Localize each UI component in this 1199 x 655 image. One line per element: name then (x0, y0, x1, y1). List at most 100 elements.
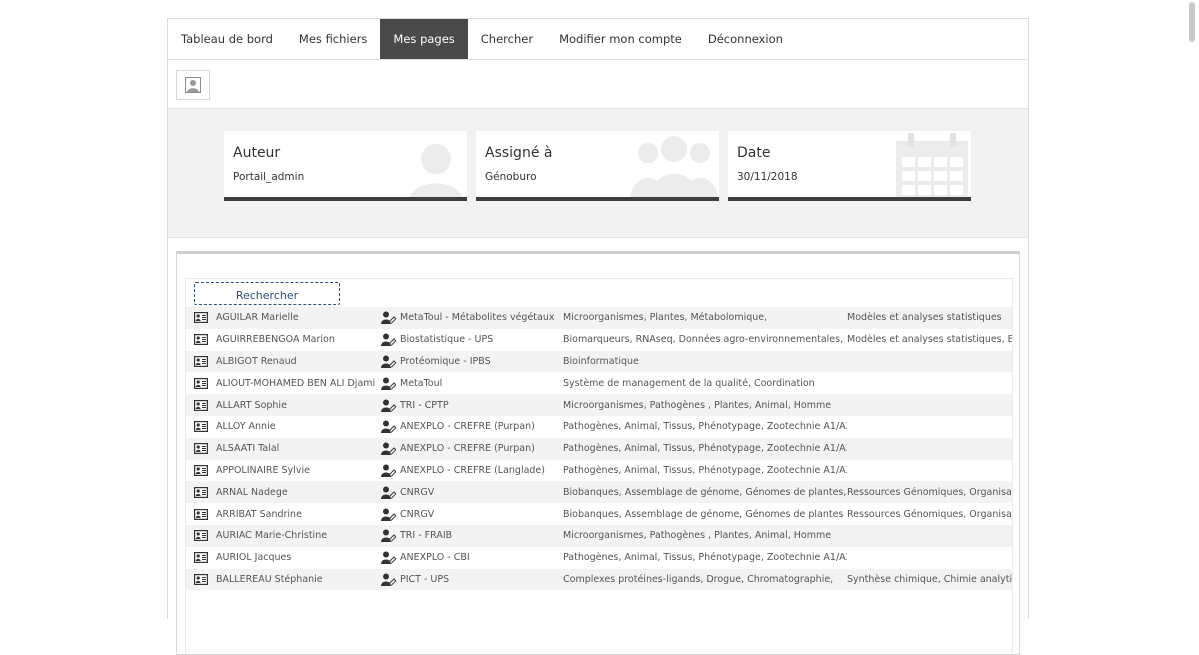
person-name[interactable]: ARRIBAT Sandrine (216, 509, 376, 520)
table-row: ALSAATI Talal ANEXPLO - CREFRE (Purpan) … (186, 437, 1012, 460)
contact-card-icon[interactable] (194, 508, 208, 520)
search-button[interactable]: Rechercher (194, 282, 340, 305)
avatar[interactable] (176, 70, 210, 100)
competences-cell: Ressources Génomiques, Organisatio (847, 508, 1012, 520)
contact-card-icon[interactable] (194, 377, 208, 389)
table-row: ALBIGOT Renaud Protéomique - IPBS Bioinf… (186, 350, 1012, 373)
user-edit-icon[interactable] (380, 486, 396, 499)
contact-card-cell (186, 312, 216, 324)
table-row: ARRIBAT Sandrine CNRGV Biobanques, Assem… (186, 503, 1012, 525)
domains-cell: Pathogènes, Animal, Tissus, Phénotypage,… (563, 421, 847, 433)
platform-cell: ANEXPLO - CREFRE (Purpan) (400, 443, 535, 455)
person-name[interactable]: ALSAATI Talal (216, 443, 376, 454)
tab-chercher[interactable]: Chercher (468, 19, 546, 59)
platform-cell: Protéomique - IPBS (400, 355, 491, 367)
platform-cell: CNRGV (400, 486, 435, 498)
user-edit-cell (376, 573, 400, 586)
user-edit-icon[interactable] (380, 399, 396, 412)
calendar-icon (896, 133, 968, 197)
table-row: AGUILAR Marielle MetaToul - Métabolites … (186, 307, 1012, 329)
user-edit-icon[interactable] (380, 333, 396, 347)
directory-table-panel: Rechercher AGUILAR Marielle MetaToul - M… (176, 251, 1020, 655)
contact-card-icon[interactable] (194, 552, 208, 564)
user-edit-cell (376, 311, 400, 325)
contact-card-icon[interactable] (194, 421, 208, 433)
contact-card-icon[interactable] (194, 464, 208, 476)
user-edit-icon[interactable] (380, 377, 396, 390)
user-edit-icon[interactable] (380, 573, 396, 586)
user-edit-cell (376, 486, 400, 499)
platform-cell: ANEXPLO - CBI (400, 552, 470, 564)
contact-card-icon[interactable] (194, 355, 208, 367)
person-name[interactable]: ALBIGOT Renaud (216, 356, 376, 367)
date-value: 30/11/2018 (737, 171, 798, 183)
tab-tableau-de-bord[interactable]: Tableau de bord (168, 19, 286, 59)
platform-cell: Biostatistique - UPS (400, 334, 494, 346)
contact-card-icon[interactable] (194, 334, 208, 346)
contact-card-icon[interactable] (194, 573, 208, 585)
tab-deconnexion[interactable]: Déconnexion (695, 19, 796, 59)
user-edit-cell (376, 551, 400, 565)
person-icon (409, 144, 463, 197)
person-name[interactable]: ARNAL Nadege (216, 487, 376, 498)
person-name[interactable]: ALLART Sophie (216, 400, 376, 411)
tab-modifier-mon-compte[interactable]: Modifier mon compte (546, 19, 695, 59)
domains-cell: Pathogènes, Animal, Tissus, Phénotypage,… (563, 464, 847, 476)
contact-card-icon[interactable] (194, 399, 208, 411)
user-edit-icon[interactable] (380, 529, 396, 543)
contact-card-cell (186, 464, 216, 476)
tab-mes-pages[interactable]: Mes pages (380, 19, 468, 59)
user-edit-icon[interactable] (380, 442, 396, 456)
scrollbar-thumb[interactable] (1189, 2, 1195, 42)
user-edit-cell (376, 420, 400, 434)
contact-card-cell (186, 443, 216, 455)
person-name[interactable]: AURIAC Marie-Christine (216, 530, 376, 541)
tab-mes-fichiers[interactable]: Mes fichiers (286, 19, 381, 59)
contact-card-cell (186, 355, 216, 367)
table-row: ALIOUT-MOHAMED BEN ALI Djamila MetaToul … (186, 372, 1012, 394)
person-name[interactable]: ALIOUT-MOHAMED BEN ALI Djamila (216, 378, 376, 389)
domains-cell: Microorganismes, Plantes, Métabolomique, (563, 312, 768, 324)
person-name[interactable]: APPOLINAIRE Sylvie (216, 465, 376, 476)
person-name[interactable]: AGUILAR Marielle (216, 312, 376, 323)
platform-cell: MetaToul - Métabolites végétaux (400, 312, 555, 324)
assigned-card: Assigné à Génoburo (476, 131, 719, 201)
user-edit-cell (376, 399, 400, 412)
user-edit-icon[interactable] (380, 508, 396, 521)
table-row: ALLART Sophie TRI - CPTP Microorganismes… (186, 394, 1012, 416)
domains-cell: Biomarqueurs, RNAseq, Données agro-envir… (563, 334, 844, 346)
domains-cell: Bioinformatique (563, 355, 639, 367)
contact-card-icon[interactable] (194, 443, 208, 455)
table-body: AGUILAR Marielle MetaToul - Métabolites … (186, 307, 1012, 591)
user-edit-icon[interactable] (380, 420, 396, 434)
contact-card-cell (186, 486, 216, 498)
person-name[interactable]: ALLOY Annie (216, 421, 376, 432)
date-card: Date 30/11/2018 (728, 131, 971, 201)
user-edit-icon[interactable] (380, 551, 396, 565)
table-row: ALLOY Annie ANEXPLO - CREFRE (Purpan) Pa… (186, 416, 1012, 438)
contact-card-icon[interactable] (194, 530, 208, 542)
domains-cell: Biobanques, Assemblage de génome, Génome… (563, 486, 847, 498)
domains-cell: Complexes protéines-ligands, Drogue, Chr… (563, 573, 834, 585)
platform-cell: MetaToul (400, 377, 443, 389)
person-name[interactable]: AGUIRREBENGOA Marion (216, 334, 376, 345)
competences-cell: Ressources Génomiques, Organisatio (847, 486, 1012, 498)
user-edit-icon[interactable] (380, 311, 396, 325)
contact-card-icon[interactable] (194, 486, 208, 498)
table-row: APPOLINAIRE Sylvie ANEXPLO - CREFRE (Lan… (186, 460, 1012, 482)
person-name[interactable]: BALLEREAU Stéphanie (216, 574, 376, 585)
contact-card-cell (186, 573, 216, 585)
user-edit-icon[interactable] (380, 464, 396, 477)
assigned-title: Assigné à (485, 145, 553, 161)
person-name[interactable]: AURIOL Jacques (216, 552, 376, 563)
group-icon (630, 136, 718, 197)
nav-tabs: Tableau de bord Mes fichiers Mes pages C… (168, 19, 1028, 60)
contact-card-icon[interactable] (194, 312, 208, 324)
user-edit-cell (376, 377, 400, 390)
avatar-placeholder-icon (185, 77, 201, 93)
page-scrollbar[interactable] (1189, 0, 1195, 594)
author-title: Auteur (233, 145, 281, 161)
assigned-value: Génoburo (485, 171, 537, 183)
contact-card-cell (186, 377, 216, 389)
user-edit-icon[interactable] (380, 355, 396, 368)
